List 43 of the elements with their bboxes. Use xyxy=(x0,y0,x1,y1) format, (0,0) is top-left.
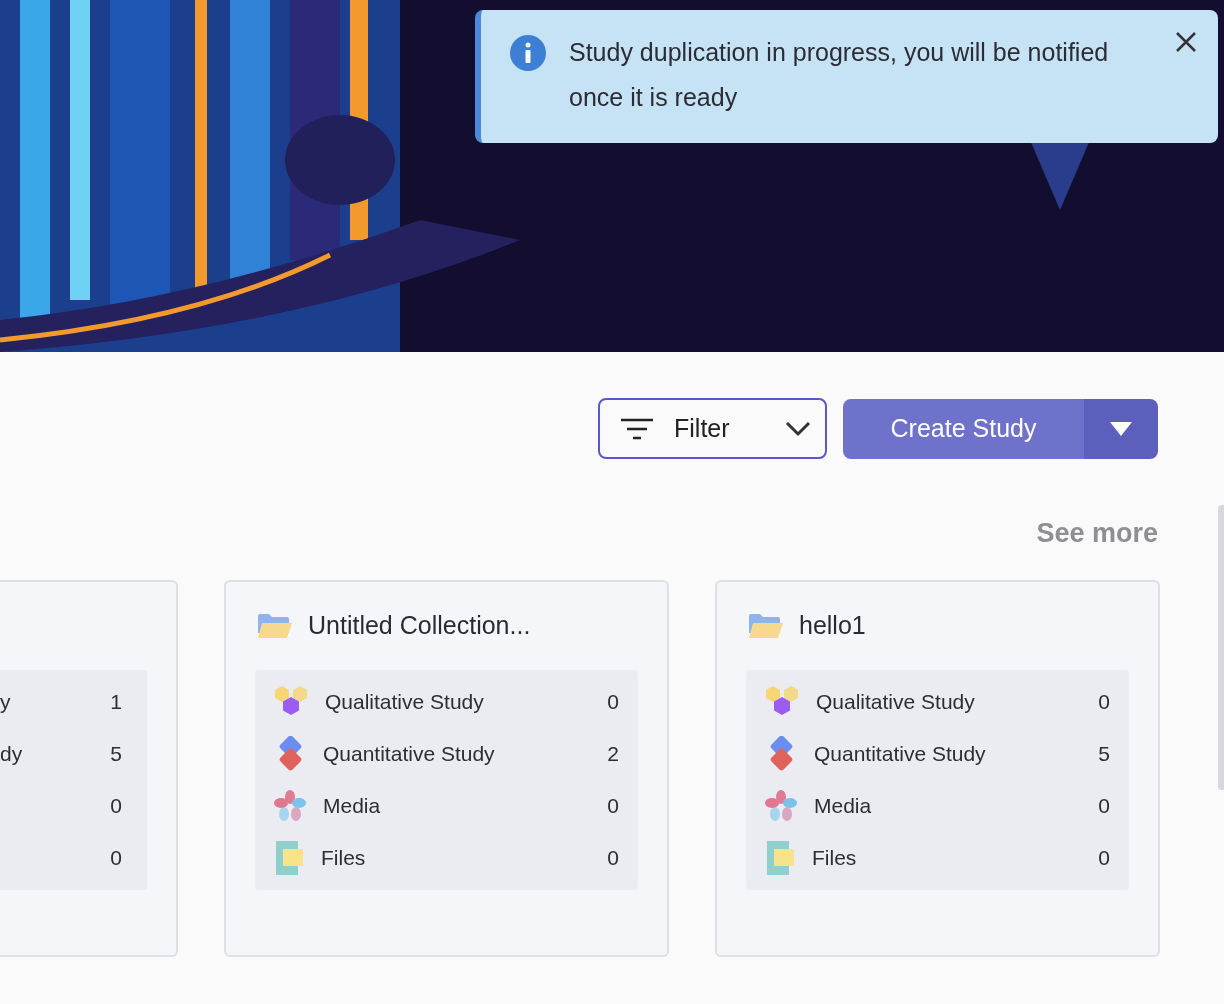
item-count: 1 xyxy=(110,688,122,715)
item-count: 2 xyxy=(607,740,619,767)
item-count: 0 xyxy=(1098,688,1110,715)
item-label: Qualitative Study xyxy=(325,688,484,715)
scrollbar-thumb[interactable] xyxy=(1218,505,1224,790)
documents-icon xyxy=(273,839,305,876)
item-label: dy xyxy=(0,740,23,767)
item-label: Media xyxy=(323,792,381,819)
collection-title: Untitled Collection... xyxy=(308,609,531,641)
collection-card[interactable]: y 1 dy 5 0 0 xyxy=(0,579,178,957)
item-count: 0 xyxy=(607,792,619,819)
folder-icon xyxy=(748,612,784,639)
item-count: 0 xyxy=(110,792,122,819)
filter-icon xyxy=(620,417,654,440)
item-count: 0 xyxy=(607,688,619,715)
item-count: 0 xyxy=(607,844,619,871)
documents-icon xyxy=(764,839,796,876)
flower-icon xyxy=(273,788,307,823)
create-study-button[interactable]: Create Study xyxy=(843,399,1084,459)
collection-title: hello1 xyxy=(799,609,866,641)
close-icon xyxy=(1175,31,1197,53)
collection-card[interactable]: Untitled Collection... Qualitative Study 0 Quantitative Study 2 Media 0 Files 0 xyxy=(224,579,669,957)
toast-message: Study duplication in progress, you will be notified once it is ready xyxy=(569,37,1110,113)
filter-dropdown[interactable]: Filter xyxy=(598,398,827,459)
item-count: 5 xyxy=(110,740,122,767)
item-count: 0 xyxy=(1098,844,1110,871)
item-label: Quantitative Study xyxy=(323,740,495,767)
item-count: 0 xyxy=(1098,792,1110,819)
caret-down-icon xyxy=(1109,421,1133,437)
item-label: Files xyxy=(321,844,366,871)
item-count: 5 xyxy=(1098,740,1110,767)
collection-card[interactable]: hello1 Qualitative Study 0 Quantitative Study 5 Media 0 Files 0 xyxy=(715,579,1160,957)
item-count: 0 xyxy=(110,844,122,871)
info-icon xyxy=(509,34,547,72)
folder-icon xyxy=(257,612,293,639)
item-label: Files xyxy=(812,844,857,871)
item-label: Media xyxy=(814,792,872,819)
item-label: y xyxy=(0,688,11,715)
flower-icon xyxy=(764,788,798,823)
create-options-button[interactable] xyxy=(1084,399,1158,459)
item-label: Qualitative Study xyxy=(816,688,975,715)
item-label: Quantitative Study xyxy=(814,740,986,767)
chevron-down-icon xyxy=(785,420,811,437)
